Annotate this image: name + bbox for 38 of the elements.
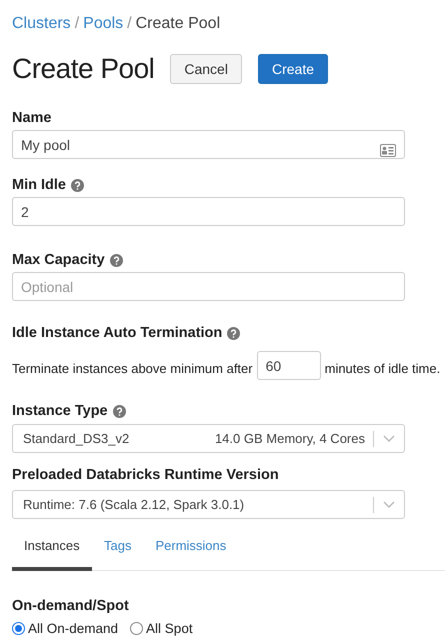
help-icon[interactable] (227, 326, 240, 340)
instance-type-select[interactable]: Standard_DS3_v2 14.0 GB Memory, 4 Cores (12, 424, 405, 453)
field-label: Preloaded Databricks Runtime Version (12, 467, 279, 483)
radio-option[interactable]: All On-demand (12, 621, 118, 636)
help-icon[interactable] (112, 404, 126, 418)
tab[interactable]: Tags (92, 534, 144, 571)
help-icon[interactable] (70, 178, 84, 192)
field-label: Instance Type (12, 403, 108, 419)
select-value: Standard_DS3_v2 (23, 431, 130, 446)
current-page-label: Create Pool (136, 15, 220, 33)
max-capacity-field[interactable]: Optional (12, 272, 405, 301)
runtime-select[interactable]: Runtime: 7.6 (Scala 2.12, Spark 3.0.1) (12, 490, 405, 519)
field-label: On-demand/Spot (12, 598, 129, 614)
field-label: Name (12, 110, 52, 126)
breadcrumb-separator: / (74, 15, 80, 33)
help-icon[interactable] (110, 254, 123, 266)
breadcrumb-link[interactable]: Pools (83, 15, 124, 33)
contact-card-icon[interactable] (380, 144, 396, 157)
select-detail: 14.0 GB Memory, 4 Cores (214, 431, 365, 446)
radio-button[interactable] (12, 622, 25, 635)
breadcrumb-link[interactable]: Clusters (12, 15, 71, 33)
tab[interactable]: Permissions (143, 534, 238, 571)
page-title: Create Pool (12, 53, 154, 85)
tab[interactable]: Instances (12, 534, 92, 571)
field-label: Idle Instance Auto Termination (12, 325, 222, 341)
field-label: Min Idle (12, 177, 66, 193)
min-idle-field[interactable]: 2 (12, 197, 405, 226)
create-button[interactable]: Create (258, 54, 328, 84)
radio-button[interactable] (130, 622, 144, 635)
termination-text: Terminate instances above minimum after (12, 361, 253, 376)
cancel-button[interactable]: Cancel (170, 54, 242, 84)
breadcrumb-separator: / (127, 15, 132, 33)
termination-text: minutes of idle time. (324, 361, 440, 376)
select-value: Runtime: 7.6 (Scala 2.12, Spark 3.0.1) (23, 497, 246, 512)
name-field[interactable]: My pool (12, 130, 405, 159)
radio-option[interactable]: All Spot (130, 621, 193, 636)
minutes-field[interactable]: 60 (256, 351, 321, 380)
field-label: Max Capacity (12, 252, 105, 268)
